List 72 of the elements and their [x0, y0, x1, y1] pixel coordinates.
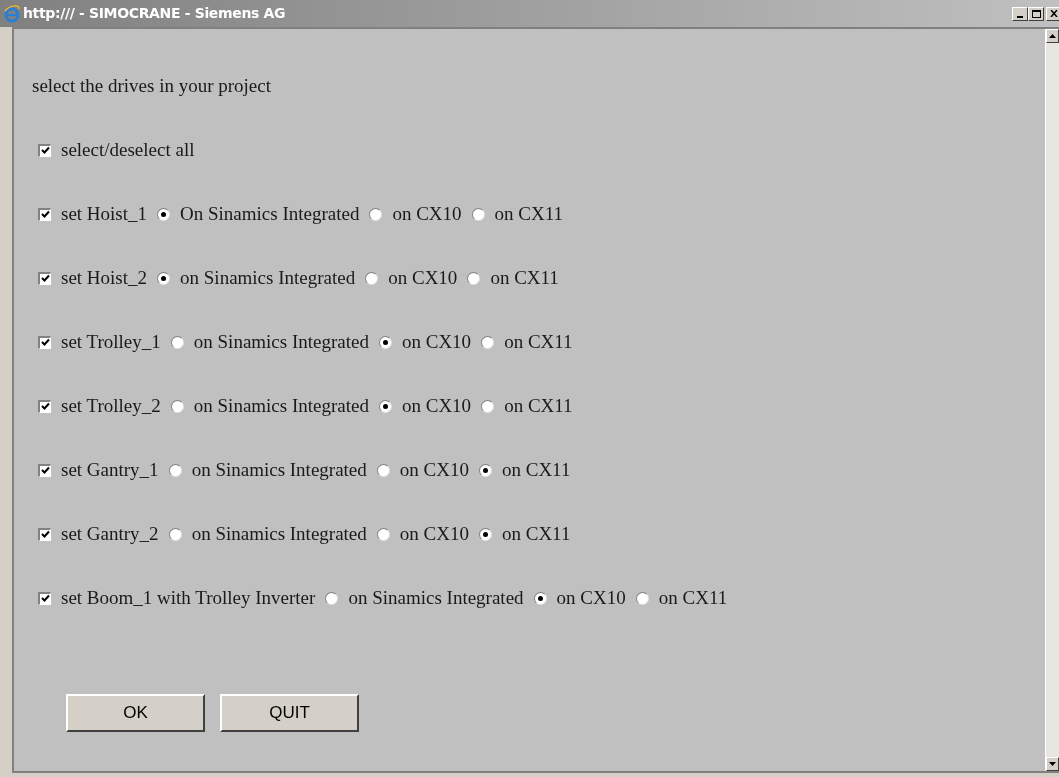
checkbox-label: select/deselect all: [61, 137, 195, 162]
scrollbar[interactable]: [1045, 29, 1059, 771]
checkbox-label: set Trolley_2: [61, 393, 161, 418]
scroll-down-button[interactable]: [1046, 757, 1059, 771]
close-button[interactable]: [1046, 6, 1059, 21]
window-title: http:/// - SIMOCRANE - Siemens AG: [23, 4, 286, 23]
up-arrow-icon: [1049, 34, 1056, 38]
heading: select the drives in your project: [32, 74, 272, 98]
radio-label: on CX10: [399, 457, 469, 482]
radio-label: on CX10: [556, 585, 626, 610]
radio-button[interactable]: [481, 335, 495, 349]
checkbox-label: set Gantry_2: [61, 521, 159, 546]
checkbox[interactable]: [38, 143, 51, 157]
radio-button[interactable]: [365, 271, 379, 285]
radio-label: on CX11: [658, 585, 728, 610]
radio-label: on Sinamics Integrated: [193, 329, 369, 354]
radio-label: on CX11: [501, 457, 571, 482]
radio-button[interactable]: [376, 463, 390, 477]
checkbox[interactable]: [38, 271, 51, 285]
radio-button[interactable]: [325, 591, 339, 605]
radio-label: on CX10: [399, 521, 469, 546]
radio-label: on CX10: [401, 393, 472, 418]
radio-label: on CX11: [504, 329, 573, 354]
radio-button[interactable]: [478, 463, 492, 477]
radio-label: on Sinamics Integrated: [191, 521, 367, 546]
checkbox[interactable]: [38, 463, 51, 477]
checkbox-label: set Hoist_2: [61, 265, 148, 290]
scroll-up-button[interactable]: [1046, 29, 1059, 43]
radio-label: on Sinamics Integrated: [180, 265, 356, 290]
radio-button[interactable]: [170, 335, 184, 349]
radio-button[interactable]: [533, 591, 547, 605]
checkbox[interactable]: [38, 527, 51, 541]
radio-button[interactable]: [481, 399, 495, 413]
radio-button[interactable]: [478, 527, 492, 541]
radio-label: on CX11: [494, 201, 564, 226]
down-arrow-icon: [1049, 762, 1056, 766]
checkbox-label: set Hoist_1: [61, 201, 148, 226]
radio-label: On Sinamics Integrated: [180, 201, 360, 226]
radio-label: on CX11: [504, 393, 573, 418]
checkbox-label: set Trolley_1: [61, 329, 161, 354]
dialog-button[interactable]: OK: [66, 694, 205, 732]
radio-label: on CX11: [490, 265, 559, 290]
radio-button[interactable]: [635, 591, 649, 605]
radio-button[interactable]: [157, 271, 171, 285]
checkbox[interactable]: [38, 591, 51, 605]
radio-button[interactable]: [170, 399, 184, 413]
checkbox[interactable]: [38, 399, 51, 413]
radio-button[interactable]: [157, 207, 171, 221]
minimize-button[interactable]: [1012, 6, 1028, 21]
close-icon: [1050, 10, 1058, 17]
radio-label: on CX11: [501, 521, 571, 546]
browser-icon: [3, 4, 21, 23]
maximize-button[interactable]: [1028, 6, 1044, 21]
radio-button[interactable]: [376, 527, 390, 541]
radio-button[interactable]: [471, 207, 485, 221]
radio-label: on CX10: [401, 329, 472, 354]
radio-label: on Sinamics Integrated: [191, 457, 367, 482]
radio-button[interactable]: [378, 335, 392, 349]
radio-label: on CX10: [392, 201, 462, 226]
radio-label: on Sinamics Integrated: [193, 393, 369, 418]
radio-button[interactable]: [168, 463, 182, 477]
radio-button[interactable]: [369, 207, 383, 221]
checkbox-label: set Boom_1 with Trolley Inverter: [61, 585, 316, 610]
radio-label: on Sinamics Integrated: [348, 585, 524, 610]
radio-label: on CX10: [388, 265, 458, 290]
checkbox[interactable]: [38, 207, 51, 221]
radio-button[interactable]: [467, 271, 481, 285]
dialog-button[interactable]: QUIT: [220, 694, 359, 732]
checkbox[interactable]: [38, 335, 51, 349]
radio-button[interactable]: [168, 527, 182, 541]
radio-button[interactable]: [378, 399, 392, 413]
checkbox-label: set Gantry_1: [61, 457, 159, 482]
